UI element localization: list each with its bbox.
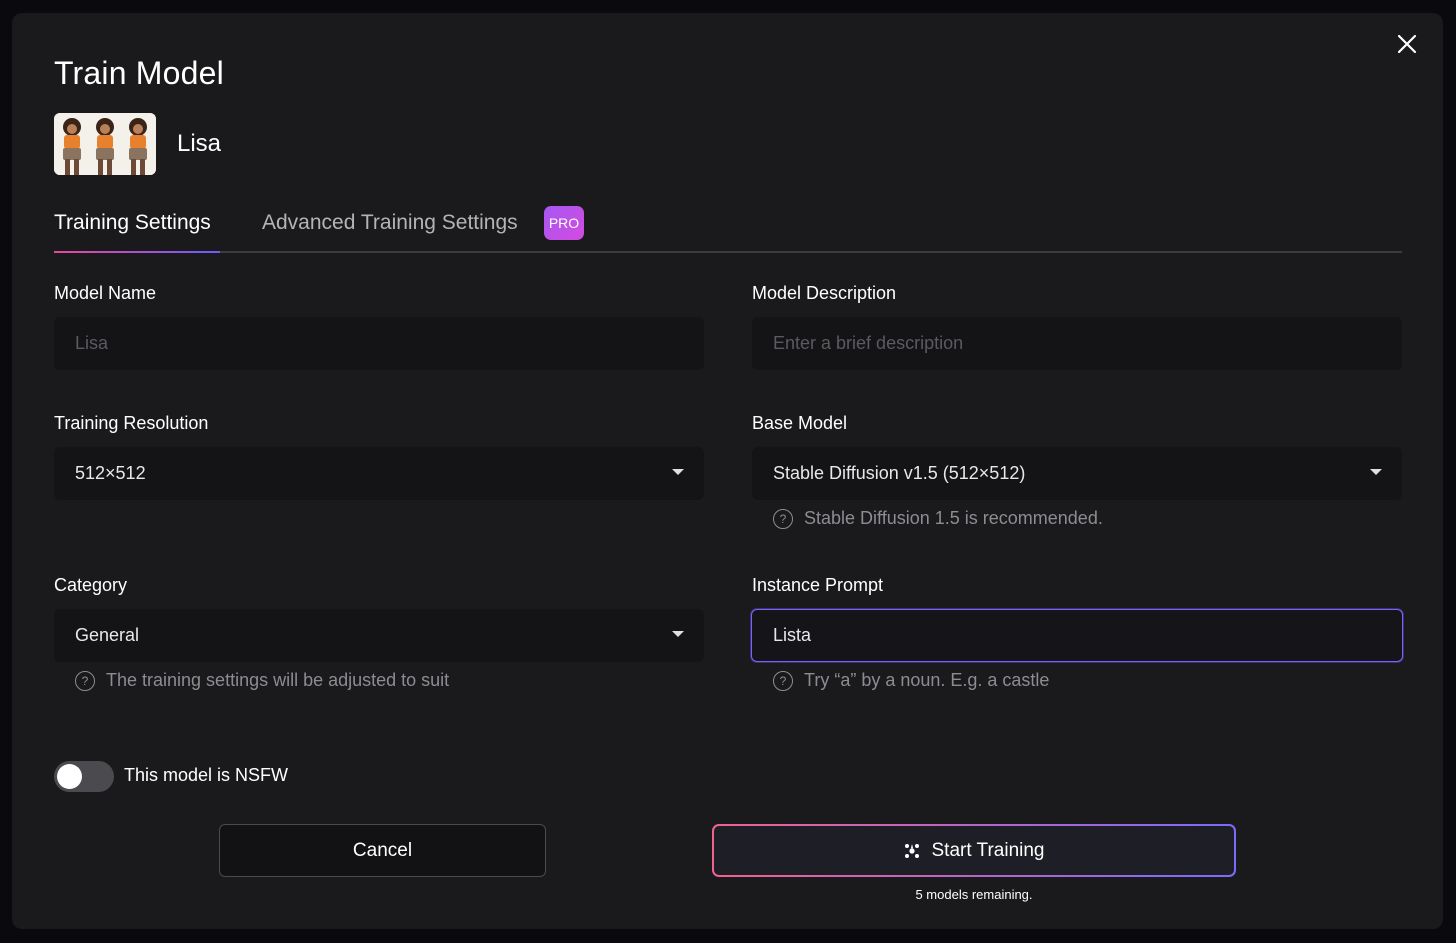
cancel-button[interactable]: Cancel	[219, 824, 546, 877]
category-label: Category	[54, 575, 128, 595]
tab-label: Training Settings	[54, 211, 211, 234]
help-circle-icon: ?	[75, 670, 95, 691]
model-name-placeholder: Lisa	[75, 333, 109, 353]
train-model-modal: Train Model Lisa Training Settings Advan…	[12, 13, 1443, 929]
training-resolution-label: Training Resolution	[54, 413, 209, 433]
category-select[interactable]: General	[54, 609, 704, 662]
base-model-hint: ? Stable Diffusion 1.5 is recommended.	[773, 508, 1103, 529]
nsfw-toggle[interactable]	[54, 761, 114, 792]
model-description-placeholder: Enter a brief description	[773, 333, 964, 353]
start-training-label: Start Training	[931, 839, 1045, 861]
nsfw-toggle-label: This model is NSFW	[124, 765, 289, 785]
settings-tabs: Training Settings Advanced Training Sett…	[54, 203, 1402, 253]
base-model-select[interactable]: Stable Diffusion v1.5 (512×512)	[752, 447, 1402, 500]
model-thumbnail	[54, 113, 156, 175]
cancel-button-label: Cancel	[352, 839, 413, 861]
base-model-label: Base Model	[752, 413, 848, 433]
start-training-button-inner: Start Training	[714, 826, 1234, 875]
training-resolution-select[interactable]: 512×512	[54, 447, 704, 500]
instance-prompt-value: Lista	[773, 625, 812, 645]
tab-advanced-training-settings[interactable]: Advanced Training Settings	[262, 211, 518, 235]
base-model-value: Stable Diffusion v1.5 (512×512)	[773, 463, 1026, 483]
tab-label: Advanced Training Settings	[262, 211, 518, 234]
model-name-label: Model Name	[54, 283, 157, 303]
modal-title: Train Model	[54, 55, 224, 91]
category-hint-text: The training settings will be adjusted t…	[106, 670, 450, 690]
close-button[interactable]	[1394, 31, 1420, 57]
base-model-hint-text: Stable Diffusion 1.5 is recommended.	[804, 508, 1103, 528]
chevron-down-icon	[672, 631, 684, 637]
sparkle-icon	[904, 843, 919, 858]
model-header-name: Lisa	[177, 130, 222, 157]
instance-prompt-hint: ? Try “a” by a noun. E.g. a castle	[773, 670, 1049, 691]
chevron-down-icon	[672, 469, 684, 475]
instance-prompt-input[interactable]: Lista	[751, 609, 1403, 662]
instance-prompt-label: Instance Prompt	[752, 575, 884, 595]
help-circle-icon: ?	[773, 508, 793, 529]
instance-prompt-hint-text: Try “a” by a noun. E.g. a castle	[804, 670, 1050, 690]
toggle-knob	[57, 764, 82, 789]
close-icon	[1397, 34, 1417, 54]
help-circle-icon: ?	[773, 670, 793, 691]
start-training-button[interactable]: Start Training	[712, 824, 1236, 877]
active-tab-indicator	[54, 251, 220, 253]
category-value: General	[75, 625, 140, 645]
training-resolution-value: 512×512	[75, 463, 146, 483]
model-description-label: Model Description	[752, 283, 897, 303]
tab-training-settings[interactable]: Training Settings	[54, 211, 211, 235]
category-hint: ? The training settings will be adjusted…	[75, 670, 449, 691]
model-description-input[interactable]: Enter a brief description	[752, 317, 1402, 370]
chevron-down-icon	[1370, 469, 1382, 475]
model-name-input[interactable]: Lisa	[54, 317, 704, 370]
models-remaining-text: 5 models remaining.	[915, 887, 1033, 902]
pro-badge: PRO	[544, 206, 584, 240]
